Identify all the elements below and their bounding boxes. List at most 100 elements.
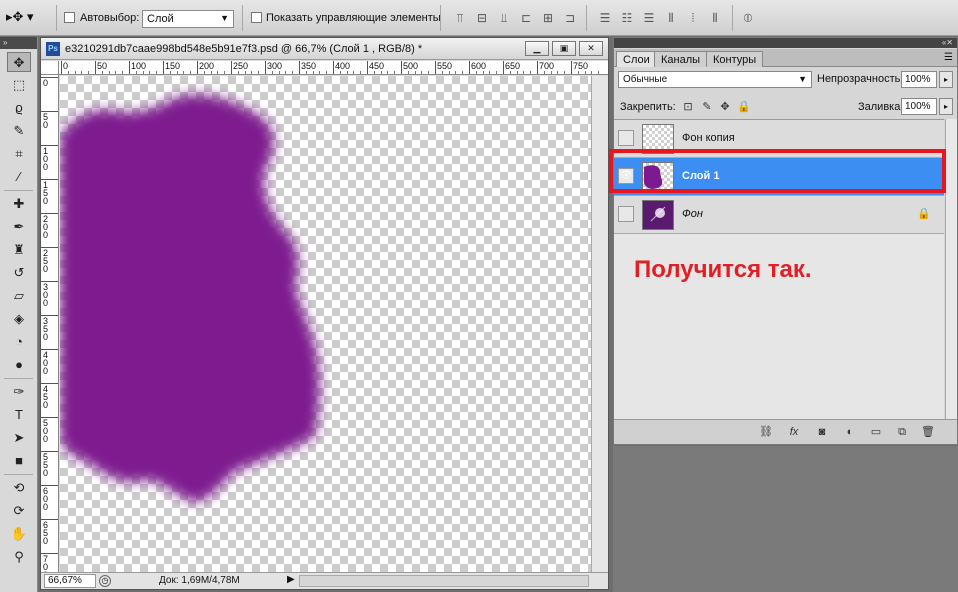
align-bottom-icon[interactable]: ⫫	[496, 10, 512, 26]
layers-panel-header[interactable]: «✕	[614, 38, 957, 48]
distribute-hcenter-icon[interactable]: ⦙	[685, 10, 701, 26]
move-tool-icon[interactable]: ✥	[7, 52, 31, 72]
align-left-icon[interactable]: ⊏	[518, 10, 534, 26]
crop-tool-icon[interactable]: ⌗	[7, 144, 31, 164]
fx-icon[interactable]: fx	[786, 425, 802, 439]
tab-paths[interactable]: Контуры	[706, 51, 764, 67]
delete-layer-icon[interactable]: 🗑	[920, 425, 936, 439]
new-group-icon[interactable]: ▭	[868, 425, 884, 439]
3d-rotate-tool-icon[interactable]: ⟲	[7, 478, 31, 498]
blend-mode-dropdown[interactable]: Обычные ▼	[618, 71, 812, 88]
horizontal-scrollbar[interactable]	[299, 575, 589, 587]
visibility-toggle[interactable]	[618, 130, 634, 146]
distribute-left-icon[interactable]: ⦀	[663, 10, 679, 26]
layers-tabs: Слои Каналы Контуры ☰	[614, 49, 957, 67]
layers-scrollbar[interactable]	[945, 119, 957, 419]
tab-channels[interactable]: Каналы	[654, 51, 708, 67]
ruler-tick	[129, 61, 130, 74]
marquee-tool-icon[interactable]: ⬚	[7, 75, 31, 95]
ruler-horizontal[interactable]: 0 50 100 150 200 250 300 350 400 450 500 550 600 650 7…	[59, 61, 608, 75]
ruler-minor-tick	[428, 71, 430, 74]
adjustment-layer-icon[interactable]: ◐	[842, 425, 858, 439]
3d-orbit-tool-icon[interactable]: ⟳	[7, 501, 31, 521]
auto-select-checkbox[interactable]	[64, 12, 75, 23]
fill-input[interactable]: 100%	[901, 98, 937, 115]
ruler-minor-tick	[224, 71, 226, 74]
ruler-label: 7 0 0	[43, 554, 49, 574]
opacity-slider-arrow-icon[interactable]: ▸	[939, 71, 953, 88]
blend-mode-value: Обычные	[623, 74, 668, 85]
fill-slider-arrow-icon[interactable]: ▸	[939, 98, 953, 115]
vertical-scrollbar[interactable]	[591, 76, 608, 573]
layer-name: Фон	[682, 208, 703, 220]
paint-bucket-tool-icon[interactable]: ◈	[7, 309, 31, 329]
maximize-button[interactable]: ▣	[552, 41, 576, 56]
auto-select-dropdown[interactable]: Слой ▼	[142, 10, 234, 28]
align-hcenter-icon[interactable]: ⊞	[540, 10, 556, 26]
lock-transparency-icon[interactable]: ⊡	[682, 101, 694, 113]
zoom-tool-icon[interactable]: ⚲	[7, 547, 31, 567]
hand-tool-icon[interactable]: ✋	[7, 524, 31, 544]
ruler-minor-tick	[346, 71, 348, 74]
align-vcenter-icon[interactable]: ⊟	[474, 10, 490, 26]
auto-align-icon[interactable]: ⦶	[740, 10, 756, 26]
visibility-toggle[interactable]	[618, 206, 634, 222]
ruler-corner[interactable]	[41, 61, 59, 75]
lasso-tool-icon[interactable]: ϱ	[7, 98, 31, 118]
minimize-button[interactable]: ▁	[525, 41, 549, 56]
distribute-bottom-icon[interactable]: ☰	[641, 10, 657, 26]
link-layers-icon[interactable]: ⛓	[758, 425, 774, 439]
show-controls-checkbox[interactable]	[251, 12, 262, 23]
path-select-tool-icon[interactable]: ➤	[7, 428, 31, 448]
ruler-minor-tick	[455, 71, 457, 74]
lock-pixels-icon[interactable]: ✎	[701, 101, 713, 113]
collapse-icon[interactable]: «✕	[942, 38, 953, 48]
opacity-input[interactable]: 100%	[901, 71, 937, 88]
status-menu-arrow-icon[interactable]: ▶	[287, 574, 295, 585]
ruler-minor-tick	[244, 71, 246, 74]
tab-layers[interactable]: Слои	[616, 51, 657, 67]
add-mask-icon[interactable]: ◙	[814, 425, 830, 439]
ruler-vertical[interactable]: 0 5 0 1 0 0 1 5 0 2 0 0 2 5 0 3 0 0 3 5 0 4 0 0 4…	[41, 75, 59, 573]
info-icon[interactable]: ◷	[99, 575, 111, 587]
type-tool-icon[interactable]: T	[7, 405, 31, 425]
distribute-right-icon[interactable]: ⦀	[707, 10, 723, 26]
rectangle-tool-icon[interactable]: ■	[7, 451, 31, 471]
lock-all-icon[interactable]: 🔒	[737, 101, 751, 113]
ruler-label: 400	[335, 61, 351, 71]
align-right-icon[interactable]: ⊐	[562, 10, 578, 26]
document-titlebar[interactable]: Ps e3210291db7caae998bd548e5b91e7f3.psd …	[41, 38, 608, 60]
document-canvas[interactable]	[60, 76, 591, 573]
distribute-top-icon[interactable]: ☰	[597, 10, 613, 26]
clone-stamp-tool-icon[interactable]: ♜	[7, 240, 31, 260]
ruler-minor-tick	[496, 71, 498, 74]
quick-select-tool-icon[interactable]: ✎	[7, 121, 31, 141]
ruler-tick	[95, 61, 96, 74]
panel-menu-icon[interactable]: ☰	[944, 52, 953, 63]
brush-tool-icon[interactable]: ✒	[7, 217, 31, 237]
dodge-tool-icon[interactable]: ●	[7, 355, 31, 375]
layer-row-fon[interactable]: Фон 🔒	[614, 196, 944, 234]
lock-position-icon[interactable]: ✥	[719, 101, 731, 113]
new-layer-icon[interactable]: ⧉	[894, 425, 910, 439]
close-button[interactable]: ✕	[579, 41, 603, 56]
ruler-minor-tick	[305, 71, 307, 74]
align-top-icon[interactable]: ⫪	[452, 10, 468, 26]
distribute-vcenter-icon[interactable]: ☷	[619, 10, 635, 26]
ruler-minor-tick	[258, 71, 260, 74]
eraser-tool-icon[interactable]: ▱	[7, 286, 31, 306]
tool-preset-picker[interactable]: ▸✥ ▾	[6, 9, 50, 27]
history-brush-tool-icon[interactable]: ↺	[7, 263, 31, 283]
ruler-tick	[163, 61, 164, 74]
eyedropper-tool-icon[interactable]: ⁄	[7, 167, 31, 187]
pen-tool-icon[interactable]: ✑	[7, 382, 31, 402]
show-controls-label: Показать управляющие элементы	[266, 12, 441, 24]
healing-brush-tool-icon[interactable]: ✚	[7, 194, 31, 214]
separator	[242, 5, 243, 31]
ruler-label: 700	[539, 61, 555, 71]
document-title: e3210291db7caae998bd548e5b91e7f3.psd @ 6…	[65, 43, 423, 55]
blur-tool-icon[interactable]: ◔	[7, 332, 31, 352]
chevron-down-icon: ▼	[220, 13, 229, 23]
zoom-level-field[interactable]: 66,67%	[44, 574, 96, 588]
tools-panel-header[interactable]: »	[0, 37, 37, 49]
